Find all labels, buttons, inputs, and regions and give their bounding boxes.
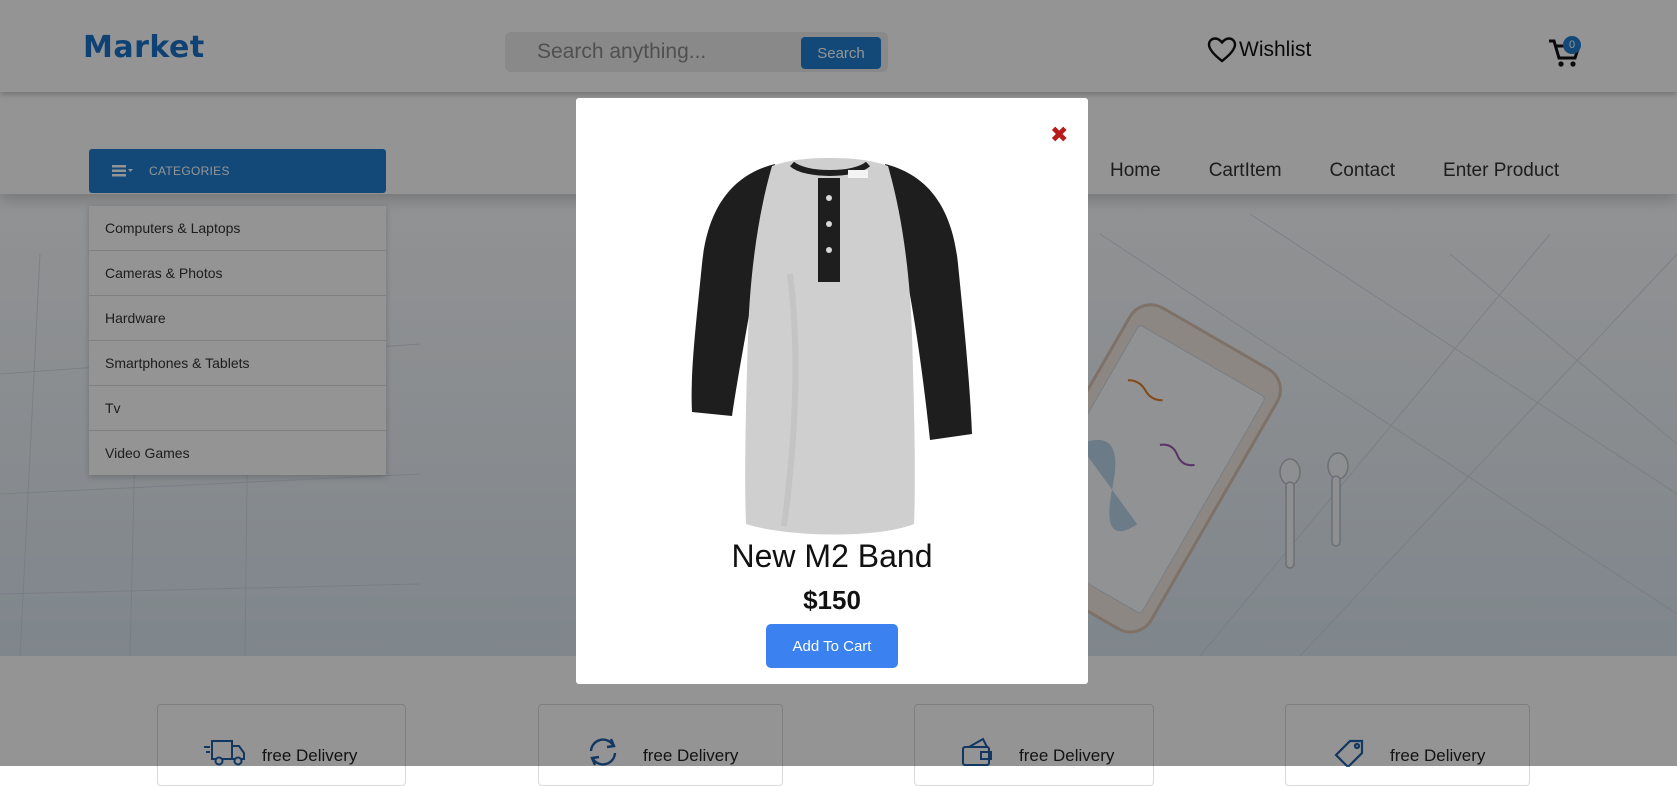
close-icon[interactable]: ✖ [1050,124,1068,146]
add-to-cart-button[interactable]: Add To Cart [766,624,898,668]
product-name: New M2 Band [731,538,933,574]
product-image [691,158,972,535]
product-modal: ✖ New M2 Band $150 Add To Cart [576,98,1088,684]
product-price: $150 [803,585,861,615]
